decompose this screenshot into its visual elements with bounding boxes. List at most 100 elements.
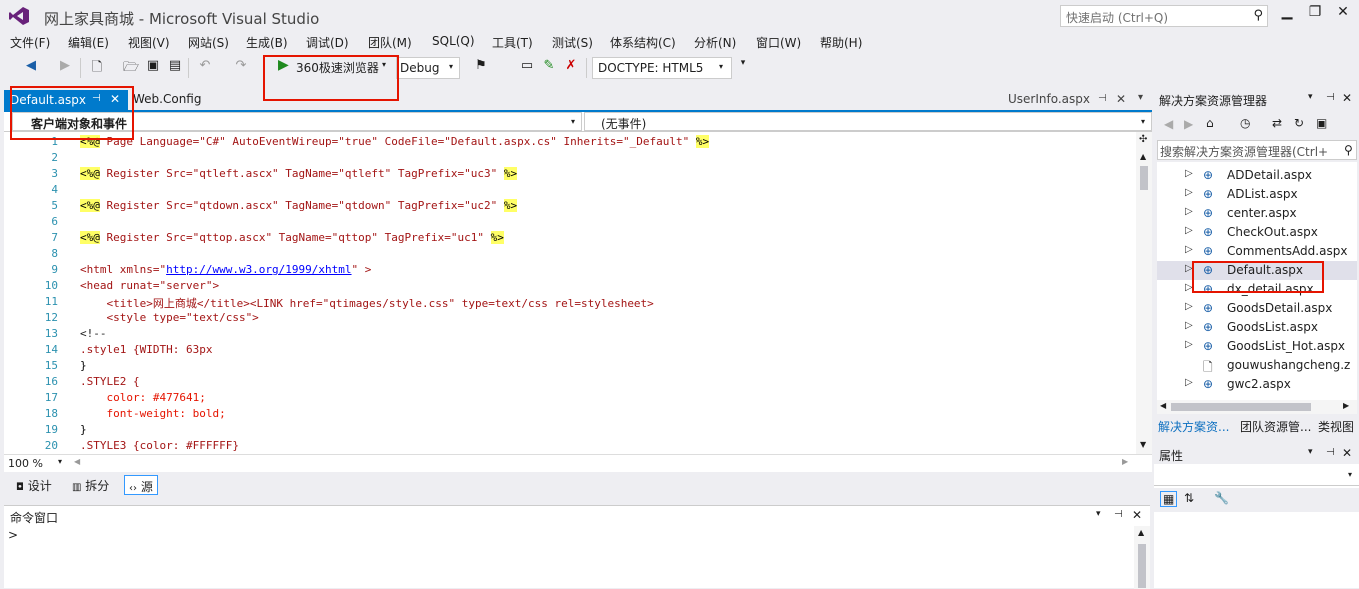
scroll-down-icon[interactable]: ▼ xyxy=(1140,440,1146,449)
tree-item[interactable]: ▷ ⊕ gwc2.aspx xyxy=(1157,375,1357,394)
tab-dropdown-icon[interactable]: ▾ xyxy=(1138,92,1143,103)
expand-arrow-icon[interactable]: ▷ xyxy=(1185,225,1193,236)
minimize-button[interactable]: ▁ xyxy=(1272,4,1302,26)
back-icon[interactable]: ◀ xyxy=(1164,117,1173,131)
save-icon[interactable]: ▣ xyxy=(144,58,162,76)
tab-default-aspx[interactable]: Default.aspx ⊣ ✕ xyxy=(4,90,128,110)
object-select[interactable]: 客户端对象和事件 ▾ xyxy=(12,112,582,131)
property-pages-icon[interactable]: 🔧 xyxy=(1214,491,1229,505)
save-all-icon[interactable]: ▤ xyxy=(166,58,184,76)
scroll-right-icon[interactable]: ▶ xyxy=(1122,457,1128,466)
close-icon[interactable]: ✕ xyxy=(1132,508,1142,522)
scroll-up-icon[interactable]: ▲ xyxy=(1140,152,1146,161)
refresh-icon[interactable]: ↻ xyxy=(1294,116,1304,130)
tab-web-config[interactable]: Web.Config xyxy=(133,92,201,106)
menu-test[interactable]: 测试(S) xyxy=(552,34,593,51)
maximize-button[interactable]: ❐ xyxy=(1300,4,1330,26)
close-icon[interactable]: ✕ xyxy=(1116,92,1126,106)
tree-item[interactable]: ▷ ⊕ GoodsList.aspx xyxy=(1157,318,1357,337)
expand-arrow-icon[interactable]: ▷ xyxy=(1185,320,1193,331)
scroll-up-icon[interactable]: ▲ xyxy=(1138,528,1144,537)
close-icon[interactable]: ✕ xyxy=(1342,91,1352,105)
categorized-icon[interactable]: ▦ xyxy=(1160,491,1178,507)
menu-website[interactable]: 网站(S) xyxy=(188,34,229,51)
tab-team-explorer[interactable]: 团队资源管... xyxy=(1240,418,1311,435)
code-editor[interactable]: 1 2 3 4 5 6 7 8 9 10 11 12 13 14 15 16 1… xyxy=(4,132,1152,454)
tree-item[interactable]: ▷ ⊕ ADList.aspx xyxy=(1157,185,1357,204)
undo-icon[interactable]: ↶ xyxy=(196,58,214,76)
collapse-all-icon[interactable]: ▣ xyxy=(1316,116,1327,130)
close-icon[interactable]: ✕ xyxy=(110,92,120,106)
navigate-back-icon[interactable]: ◀ xyxy=(22,58,40,76)
design-view-button[interactable]: ◘ 设计 xyxy=(12,475,56,495)
tree-item[interactable]: ▷ ⊕ GoodsDetail.aspx xyxy=(1157,299,1357,318)
menu-analyze[interactable]: 分析(N) xyxy=(694,34,736,51)
tab-solution-explorer[interactable]: 解决方案资... xyxy=(1158,418,1229,435)
scroll-right-icon[interactable]: ▶ xyxy=(1343,401,1349,410)
add-comment-icon[interactable]: ✎ xyxy=(540,58,558,76)
find-in-files-icon[interactable]: ⚑ xyxy=(472,58,490,76)
expand-arrow-icon[interactable]: ▷ xyxy=(1185,301,1193,312)
redo-icon[interactable]: ↷ xyxy=(232,58,250,76)
quick-launch-input[interactable]: 快速启动 (Ctrl+Q) ⚲ xyxy=(1060,5,1268,27)
scrollbar-thumb[interactable] xyxy=(1171,403,1311,411)
window-position-icon[interactable]: ▾ xyxy=(1308,92,1313,102)
tree-item[interactable]: ▷ ⊕ CommentsAdd.aspx xyxy=(1157,242,1357,261)
expand-arrow-icon[interactable]: ▷ xyxy=(1185,187,1193,198)
doctype-select[interactable]: DOCTYPE: HTML5 ▾ xyxy=(592,57,732,79)
tab-class-view[interactable]: 类视图 xyxy=(1318,418,1354,435)
new-project-icon[interactable]: 🗋 xyxy=(88,58,106,76)
menu-file[interactable]: 文件(F) xyxy=(10,34,50,51)
pin-icon[interactable]: ⊣ xyxy=(1114,509,1123,520)
code-link[interactable]: http://www.w3.org/1999/xhtml xyxy=(166,263,351,276)
tree-item[interactable]: ▷ ⊕ ADDetail.aspx xyxy=(1157,166,1357,185)
tree-item[interactable]: 🗋 gouwushangcheng.z xyxy=(1157,356,1357,375)
remove-comment-icon[interactable]: ✗ xyxy=(562,58,580,76)
menu-sql[interactable]: SQL(Q) xyxy=(432,34,475,48)
split-window-icon[interactable]: ✣ xyxy=(1139,134,1147,145)
pin-icon[interactable]: ⊣ xyxy=(1326,447,1335,458)
command-scrollbar[interactable]: ▲ xyxy=(1134,526,1150,589)
tree-item-selected[interactable]: ▷ ⊕ Default.aspx xyxy=(1157,261,1357,280)
expand-arrow-icon[interactable]: ▷ xyxy=(1185,339,1193,350)
expand-arrow-icon[interactable]: ▷ xyxy=(1185,263,1193,274)
menu-team[interactable]: 团队(M) xyxy=(368,34,412,51)
split-view-button[interactable]: ▥ 拆分 xyxy=(68,475,113,495)
pin-icon[interactable]: ⊣ xyxy=(92,93,101,104)
menu-window[interactable]: 窗口(W) xyxy=(756,34,801,51)
tree-item[interactable]: ▷ ⊕ CheckOut.aspx xyxy=(1157,223,1357,242)
tree-item[interactable]: ▷ ⊕ dx_detail.aspx xyxy=(1157,280,1357,299)
alphabetical-icon[interactable]: ⇅ xyxy=(1184,491,1194,505)
horizontal-scrollbar[interactable]: ◀ ▶ xyxy=(1157,400,1357,414)
solution-configuration-select[interactable]: Debug ▾ xyxy=(396,57,460,79)
tab-userinfo-aspx[interactable]: UserInfo.aspx xyxy=(1008,92,1090,106)
toolbar-overflow-icon[interactable]: ▾ xyxy=(734,58,752,76)
scrollbar-thumb[interactable] xyxy=(1138,544,1146,588)
expand-arrow-icon[interactable]: ▷ xyxy=(1185,282,1193,293)
scroll-left-icon[interactable]: ◀ xyxy=(74,457,80,466)
tree-item[interactable]: ▷ ⊕ GoodsList_Hot.aspx xyxy=(1157,337,1357,356)
scroll-left-icon[interactable]: ◀ xyxy=(1160,401,1166,410)
expand-arrow-icon[interactable]: ▷ xyxy=(1185,377,1193,388)
menu-build[interactable]: 生成(B) xyxy=(246,34,288,51)
scrollbar-thumb[interactable] xyxy=(1140,166,1148,190)
home-icon[interactable]: ⌂ xyxy=(1206,116,1214,130)
pin-icon[interactable]: ⊣ xyxy=(1098,93,1107,104)
event-select[interactable]: (无事件) ▾ xyxy=(584,112,1152,131)
menu-edit[interactable]: 编辑(E) xyxy=(68,34,109,51)
pin-icon[interactable]: ⊣ xyxy=(1326,92,1335,103)
command-window[interactable]: 命令窗口 ▾ ⊣ ✕ > ▲ xyxy=(4,505,1150,589)
comment-icon[interactable]: ▭ xyxy=(518,58,536,76)
solution-search-input[interactable]: 搜索解决方案资源管理器(Ctrl+ ⚲ xyxy=(1157,140,1357,160)
window-position-icon[interactable]: ▾ xyxy=(1308,447,1313,457)
menu-help[interactable]: 帮助(H) xyxy=(820,34,862,51)
pending-changes-icon[interactable]: ◷ xyxy=(1240,116,1250,130)
menu-architecture[interactable]: 体系结构(C) xyxy=(610,34,676,51)
close-button[interactable]: ✕ xyxy=(1328,4,1358,26)
menu-view[interactable]: 视图(V) xyxy=(128,34,170,51)
start-browser-button[interactable]: ▶ 360极速浏览器 ▾ xyxy=(272,56,392,78)
forward-icon[interactable]: ▶ xyxy=(1184,117,1193,131)
sync-icon[interactable]: ⇄ xyxy=(1272,116,1282,130)
zoom-select[interactable]: 100 % ▾ xyxy=(8,457,68,471)
properties-object-select[interactable]: ▾ xyxy=(1154,466,1359,486)
